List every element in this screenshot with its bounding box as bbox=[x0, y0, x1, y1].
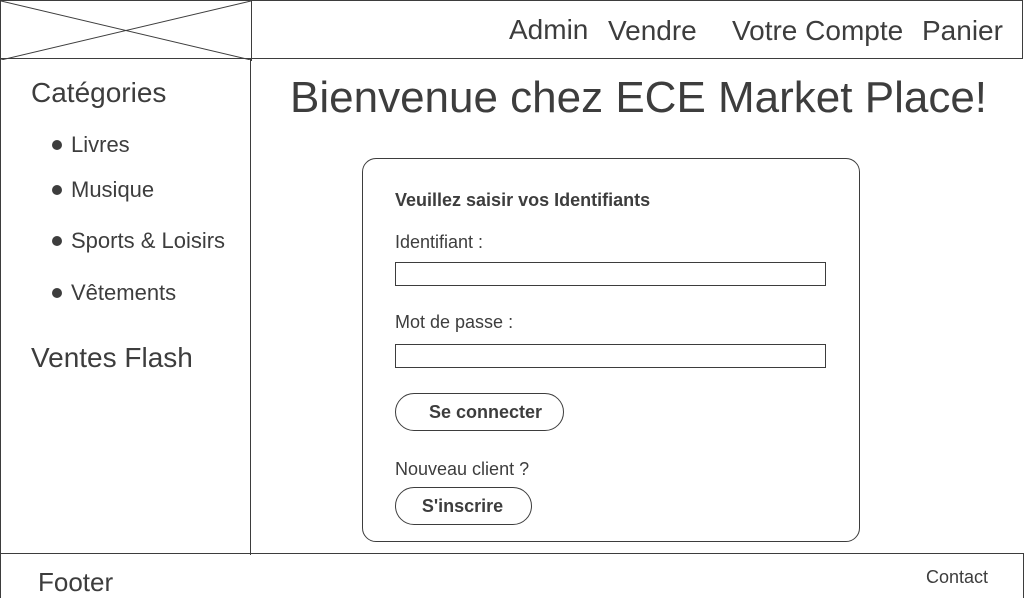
connect-button[interactable]: Se connecter bbox=[395, 393, 564, 431]
footer: Footer Contact bbox=[0, 553, 1024, 598]
nav-account[interactable]: Votre Compte bbox=[732, 17, 903, 45]
password-input[interactable] bbox=[395, 344, 826, 368]
page: Admin Vendre Votre Compte Panier Catégor… bbox=[0, 0, 1024, 598]
categories-title: Catégories bbox=[31, 77, 167, 108]
contact-link[interactable]: Contact bbox=[926, 567, 988, 588]
header: Admin Vendre Votre Compte Panier bbox=[0, 0, 1023, 61]
category-label: Musique bbox=[71, 177, 155, 202]
category-label: Sports & Loisirs bbox=[71, 228, 226, 253]
username-label: Identifiant : bbox=[395, 232, 484, 252]
bullet-icon bbox=[52, 288, 62, 298]
category-label: Vêtements bbox=[71, 280, 177, 305]
username-input[interactable] bbox=[395, 262, 826, 286]
category-item-livres[interactable]: Livres bbox=[52, 133, 130, 157]
bullet-icon bbox=[52, 185, 62, 195]
flash-sales-link[interactable]: Ventes Flash bbox=[31, 343, 193, 373]
sidebar: Catégories Livres Musique Sports & Loisi… bbox=[0, 58, 251, 555]
page-title: Bienvenue chez ECE Market Place! bbox=[290, 73, 988, 122]
login-panel: Veuillez saisir vos Identifiants Identif… bbox=[362, 158, 860, 542]
register-button[interactable]: S'inscrire bbox=[395, 487, 532, 525]
category-item-vetements[interactable]: Vêtements bbox=[52, 281, 176, 305]
category-item-musique[interactable]: Musique bbox=[52, 178, 154, 202]
bullet-icon bbox=[52, 236, 62, 246]
footer-title: Footer bbox=[38, 567, 114, 597]
nav-sell[interactable]: Vendre bbox=[608, 17, 697, 45]
category-label: Livres bbox=[71, 132, 130, 157]
image-placeholder-icon bbox=[1, 1, 251, 60]
password-label: Mot de passe : bbox=[395, 312, 514, 332]
nav-admin[interactable]: Admin bbox=[509, 16, 588, 44]
nav-cart[interactable]: Panier bbox=[922, 17, 1003, 45]
category-item-sports-loisirs[interactable]: Sports & Loisirs bbox=[52, 229, 225, 253]
login-heading: Veuillez saisir vos Identifiants bbox=[395, 190, 651, 210]
bullet-icon bbox=[52, 140, 62, 150]
logo-placeholder[interactable] bbox=[1, 1, 252, 61]
new-client-label: Nouveau client ? bbox=[395, 459, 530, 479]
